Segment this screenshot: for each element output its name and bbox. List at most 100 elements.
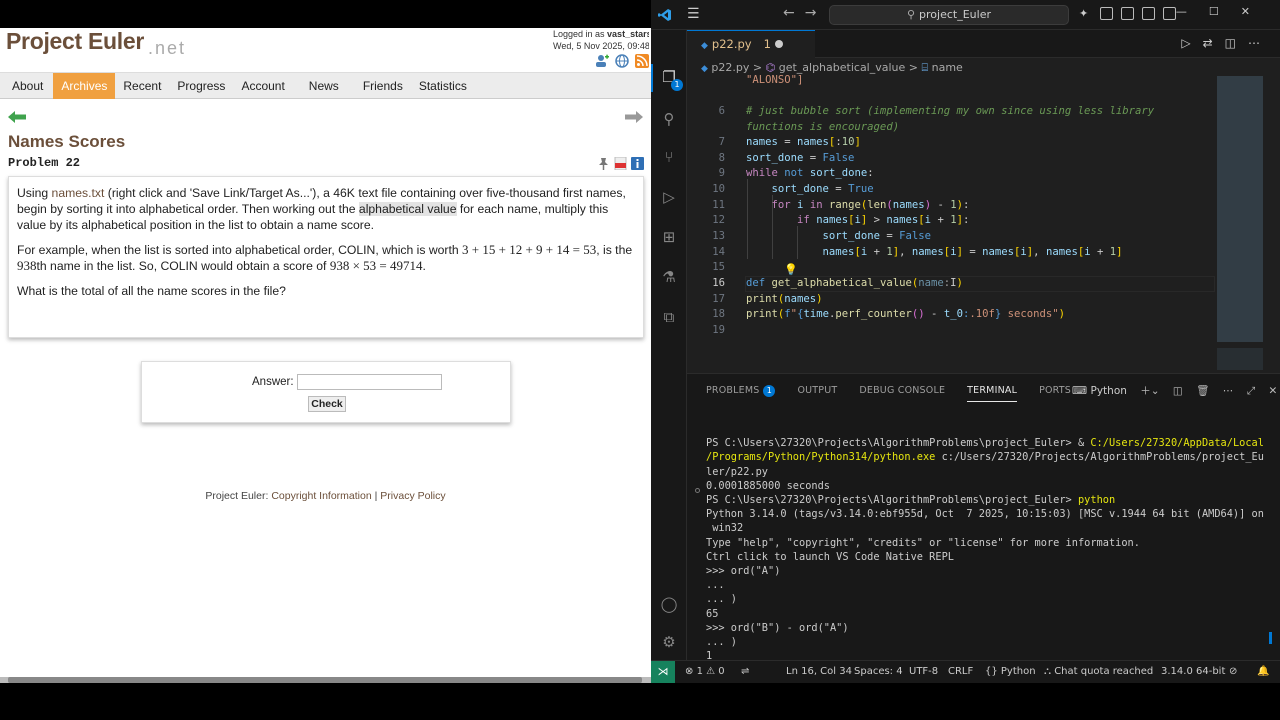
copyright-link[interactable]: Copyright Information bbox=[271, 490, 371, 502]
math-sum: 3 + 15 + 12 + 9 + 14 = 53 bbox=[462, 242, 597, 257]
previous-problem-arrow-icon[interactable] bbox=[8, 110, 26, 123]
tab-output[interactable]: OUTPUT bbox=[797, 384, 837, 402]
maximize-panel-icon[interactable]: ⤢ bbox=[1247, 385, 1255, 397]
nav-archives[interactable]: Archives bbox=[53, 73, 116, 99]
search-text: project_Euler bbox=[919, 8, 991, 21]
more-icon[interactable]: ⋯ bbox=[1223, 385, 1234, 397]
info-icon[interactable] bbox=[631, 157, 644, 170]
copilot-icon[interactable]: ✦ bbox=[1079, 7, 1092, 20]
text: . bbox=[422, 259, 426, 273]
line-ending[interactable]: CRLF bbox=[948, 661, 973, 683]
pdf-icon[interactable] bbox=[614, 156, 627, 171]
code-line: 8 sort_done = False bbox=[687, 151, 1217, 167]
globe-icon[interactable] bbox=[615, 54, 629, 68]
nav-progress[interactable]: Progress bbox=[169, 73, 233, 99]
nav-news[interactable]: News bbox=[293, 73, 355, 99]
problem-paragraph-2: For example, when the list is sorted int… bbox=[17, 242, 635, 274]
minimap-code bbox=[1217, 348, 1263, 370]
line-number: 8 bbox=[718, 152, 725, 164]
rss-icon[interactable] bbox=[635, 54, 649, 68]
copilot-disabled-icon[interactable]: ⊘ bbox=[1229, 661, 1237, 683]
terminal-shell-name[interactable]: Python bbox=[1091, 385, 1127, 397]
code-line: 15 bbox=[687, 260, 1217, 276]
terminal-scrollbar[interactable] bbox=[1269, 632, 1272, 644]
problem-content: Using names.txt (right click and 'Save L… bbox=[8, 176, 644, 338]
nav-friends[interactable]: Friends bbox=[355, 73, 411, 99]
line-number: 19 bbox=[712, 324, 725, 336]
toggle-secondary-sidebar-icon[interactable] bbox=[1163, 7, 1176, 20]
forward-arrow-icon[interactable]: → bbox=[805, 5, 827, 21]
close-panel-icon[interactable]: ✕ bbox=[1268, 385, 1277, 397]
terminal-output[interactable]: PS C:\Users\27320\Projects\AlgorithmProb… bbox=[706, 422, 1276, 683]
answer-input[interactable] bbox=[297, 374, 442, 390]
text: , is the bbox=[596, 243, 633, 257]
problem-tools bbox=[597, 156, 644, 171]
nav-about[interactable]: About bbox=[0, 73, 53, 99]
tab-problem-count: 1 bbox=[763, 37, 771, 51]
extensions-icon[interactable]: ⊞ bbox=[660, 228, 678, 246]
tab-p22-py[interactable]: ◆ p22.py 1 bbox=[687, 30, 815, 58]
code-editor[interactable]: "ALONSO"] 6 # just bubble sort (implement… bbox=[687, 73, 1217, 371]
back-arrow-icon[interactable]: ← bbox=[783, 5, 805, 21]
tab-problems[interactable]: PROBLEMS 1 bbox=[706, 384, 776, 402]
split-terminal-icon[interactable]: ◫ bbox=[1173, 385, 1183, 397]
close-icon[interactable]: ✕ bbox=[1241, 5, 1272, 18]
status-bar: ⋊ ⊗ 1 ⚠ 0 ⇌ Ln 16, Col 34 Spaces: 4 UTF-… bbox=[651, 660, 1280, 683]
nav-arrows: ←→ bbox=[783, 5, 826, 21]
username[interactable]: vast_stars bbox=[607, 29, 649, 39]
language-mode[interactable]: {} Python bbox=[985, 661, 1036, 683]
tab-ports[interactable]: PORTS bbox=[1039, 384, 1071, 402]
next-problem-arrow-icon[interactable] bbox=[625, 110, 643, 123]
new-terminal-icon[interactable]: ＋⌄ bbox=[1140, 385, 1159, 397]
code-line: 13 sort_done = False bbox=[687, 229, 1217, 245]
cursor-position[interactable]: Ln 16, Col 34 bbox=[786, 661, 852, 683]
problems-status[interactable]: ⊗ 1 ⚠ 0 bbox=[685, 661, 725, 683]
names-file-link[interactable]: names.txt bbox=[52, 186, 105, 200]
check-button[interactable]: Check bbox=[308, 396, 346, 412]
remote-explorer-icon[interactable]: ⧉ bbox=[660, 308, 678, 326]
privacy-link[interactable]: Privacy Policy bbox=[380, 490, 445, 502]
nav-statistics[interactable]: Statistics bbox=[411, 73, 475, 99]
toggle-sidebar-icon[interactable] bbox=[1121, 7, 1134, 20]
terminal-actions: ⌨ Python ＋⌄ ◫ 🗑 ⋯ ⤢ ✕ bbox=[1072, 383, 1277, 398]
minimap-slider[interactable] bbox=[1217, 76, 1263, 342]
text: Type "help", "copyright", "credits" or "… bbox=[706, 536, 1140, 549]
remote-indicator-icon[interactable]: ⋊ bbox=[651, 661, 675, 683]
hamburger-menu-icon[interactable]: ☰ bbox=[687, 6, 700, 22]
tab-debug-console[interactable]: DEBUG CONSOLE bbox=[859, 384, 945, 402]
minimize-icon[interactable]: — bbox=[1176, 5, 1209, 18]
command-center-search[interactable]: ⚲ project_Euler bbox=[829, 5, 1069, 25]
chat-quota[interactable]: ⛬ Chat quota reached bbox=[1044, 661, 1153, 683]
run-file-icon[interactable]: ▷ bbox=[1181, 36, 1202, 50]
settings-gear-icon[interactable]: ⚙ bbox=[660, 633, 678, 651]
split-editor-icon[interactable]: ◫ bbox=[1225, 36, 1248, 50]
add-friend-icon[interactable] bbox=[595, 54, 609, 68]
notifications-bell-icon[interactable]: 🔔 bbox=[1257, 661, 1269, 683]
account-icon[interactable]: ◯ bbox=[660, 595, 678, 613]
python-version[interactable]: 3.14.0 64-bit bbox=[1161, 661, 1225, 683]
kill-terminal-icon[interactable]: 🗑 bbox=[1196, 385, 1209, 397]
maximize-icon[interactable]: ☐ bbox=[1209, 5, 1241, 18]
tab-terminal[interactable]: TERMINAL bbox=[967, 384, 1018, 402]
search-sidebar-icon[interactable]: ⚲ bbox=[660, 110, 678, 128]
nav-account[interactable]: Account bbox=[233, 73, 292, 99]
pin-icon[interactable] bbox=[597, 157, 610, 170]
toggle-panel-icon[interactable] bbox=[1142, 7, 1155, 20]
open-changes-icon[interactable]: ⇄ bbox=[1203, 36, 1225, 50]
command-decoration-icon[interactable] bbox=[695, 488, 700, 493]
nav-recent[interactable]: Recent bbox=[115, 73, 169, 99]
unsaved-dot-icon[interactable] bbox=[775, 40, 783, 48]
project-euler-logo[interactable]: Project Euler .net bbox=[6, 28, 184, 58]
text: ... bbox=[706, 579, 725, 592]
text: Python 3.14.0 (tags/v3.14.0:ebf955d, Oct… bbox=[706, 508, 1264, 521]
encoding[interactable]: UTF-8 bbox=[909, 661, 938, 683]
testing-icon[interactable]: ⚗ bbox=[660, 268, 678, 286]
indentation[interactable]: Spaces: 4 bbox=[854, 661, 903, 683]
source-control-icon[interactable]: ⑂ bbox=[660, 148, 678, 166]
more-actions-icon[interactable]: ⋯ bbox=[1248, 36, 1272, 50]
copilot-status-icon: ⛬ bbox=[1044, 666, 1051, 677]
run-debug-icon[interactable]: ▷ bbox=[660, 188, 678, 206]
minimap[interactable] bbox=[1217, 76, 1263, 370]
layout-icon[interactable] bbox=[1100, 7, 1113, 20]
port-forward-icon[interactable]: ⇌ bbox=[741, 661, 749, 683]
